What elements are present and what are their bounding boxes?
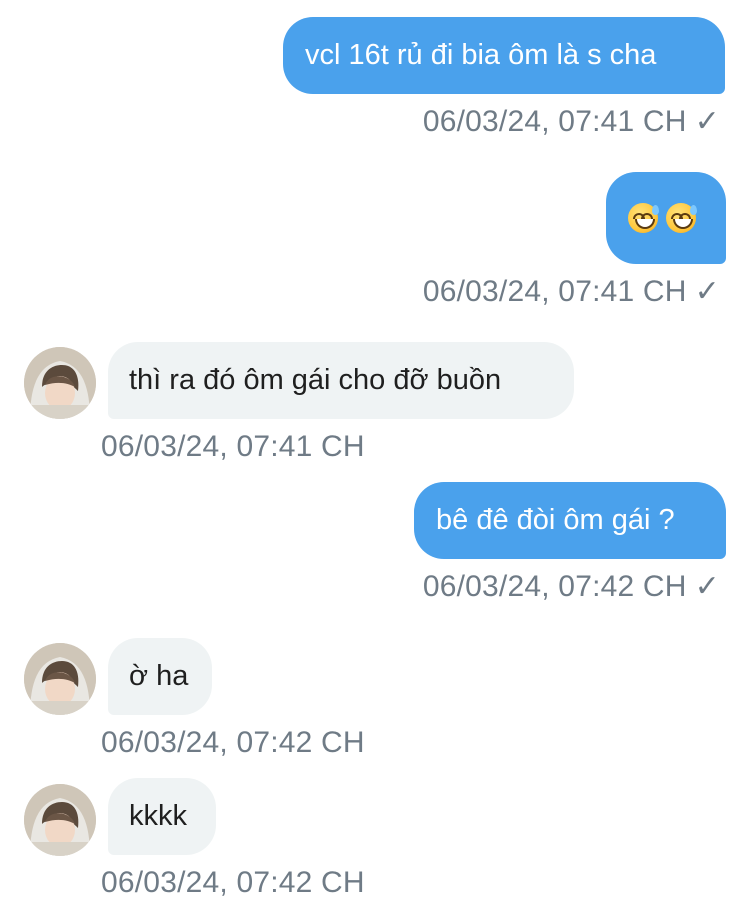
timestamp-text: 06/03/24, 07:42 CH xyxy=(101,866,365,899)
message-text: kkkk xyxy=(129,800,187,832)
message-text: ờ ha xyxy=(129,660,189,692)
message-timestamp: 06/03/24, 07:42 CH xyxy=(101,726,365,760)
avatar-photo xyxy=(24,784,96,856)
timestamp-text: 06/03/24, 07:41 CH xyxy=(101,430,365,463)
avatar-photo xyxy=(24,347,96,419)
message-bubble-received[interactable]: thì ra đó ôm gái cho đỡ buồn xyxy=(108,342,574,419)
contact-avatar[interactable] xyxy=(24,784,96,856)
message-bubble-received[interactable]: kkkk xyxy=(108,778,216,855)
avatar-photo xyxy=(24,643,96,715)
message-bubble-sent[interactable] xyxy=(606,172,726,264)
grinning-face-with-sweat-icon xyxy=(666,203,697,233)
message-timestamp: 06/03/24, 07:41 CH xyxy=(101,430,365,464)
sent-check-icon: ✓ xyxy=(694,570,720,603)
message-timestamp: 06/03/24, 07:42 CH ✓ xyxy=(423,569,720,604)
message-text: bê đê đòi ôm gái ? xyxy=(436,504,675,536)
message-text: vcl 16t rủ đi bia ôm là s cha xyxy=(305,39,657,71)
timestamp-text: 06/03/24, 07:41 CH xyxy=(422,275,687,308)
message-timestamp: 06/03/24, 07:41 CH ✓ xyxy=(423,104,720,139)
message-text: thì ra đó ôm gái cho đỡ buồn xyxy=(129,364,502,396)
timestamp-text: 06/03/24, 07:41 CH xyxy=(422,105,687,138)
grinning-face-with-sweat-icon xyxy=(628,203,659,233)
emoji-group xyxy=(628,203,697,233)
timestamp-text: 06/03/24, 07:42 CH xyxy=(422,570,687,603)
contact-avatar[interactable] xyxy=(24,643,96,715)
message-timestamp: 06/03/24, 07:42 CH xyxy=(101,866,365,900)
message-bubble-sent[interactable]: vcl 16t rủ đi bia ôm là s cha xyxy=(283,17,725,94)
message-bubble-sent[interactable]: bê đê đòi ôm gái ? xyxy=(414,482,726,559)
message-timestamp: 06/03/24, 07:41 CH ✓ xyxy=(423,274,720,309)
sent-check-icon: ✓ xyxy=(694,275,720,308)
timestamp-text: 06/03/24, 07:42 CH xyxy=(101,726,365,759)
contact-avatar[interactable] xyxy=(24,347,96,419)
sent-check-icon: ✓ xyxy=(694,105,720,138)
message-bubble-received[interactable]: ờ ha xyxy=(108,638,212,715)
